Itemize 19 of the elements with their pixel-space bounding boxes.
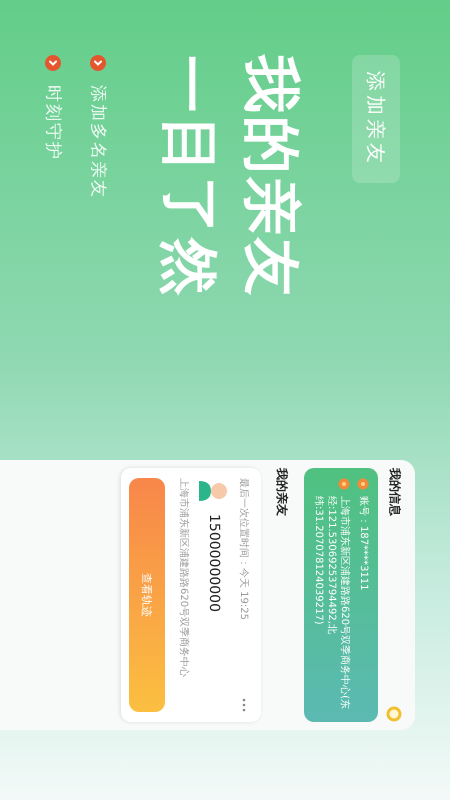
headline: 一目了然 [158,55,222,299]
phone-number: 15000000000 [206,514,222,612]
feature-text: 添加多名亲友 [87,85,109,199]
view-track-button[interactable]: 查看轨迹 [129,478,165,712]
location-time: 最后一次位置时间：今天 19:25 [237,478,250,620]
avatar-icon [199,478,229,504]
account-text: 账号：187****3111 [357,496,370,591]
add-friend-button[interactable]: 添加亲友 [352,55,400,183]
address-text: 上海市浦东新区浦建路路620号双季商务中心(东经:121.53069253794492,北纬:31.207078124039217) [312,496,351,711]
more-icon[interactable] [242,698,246,712]
headline: 我的亲友 [240,55,304,299]
feature-text: 时刻守护 [42,85,64,161]
pin-icon [338,478,350,490]
pin-icon [357,478,369,490]
chevron-right-icon [46,55,62,71]
section-title: 我的亲友 [274,468,290,518]
chevron-right-icon [90,55,106,71]
friend-address: 上海市浦东新区浦建路路620号双季商务中心 [177,478,190,680]
section-title: 我的信息 [387,468,403,516]
